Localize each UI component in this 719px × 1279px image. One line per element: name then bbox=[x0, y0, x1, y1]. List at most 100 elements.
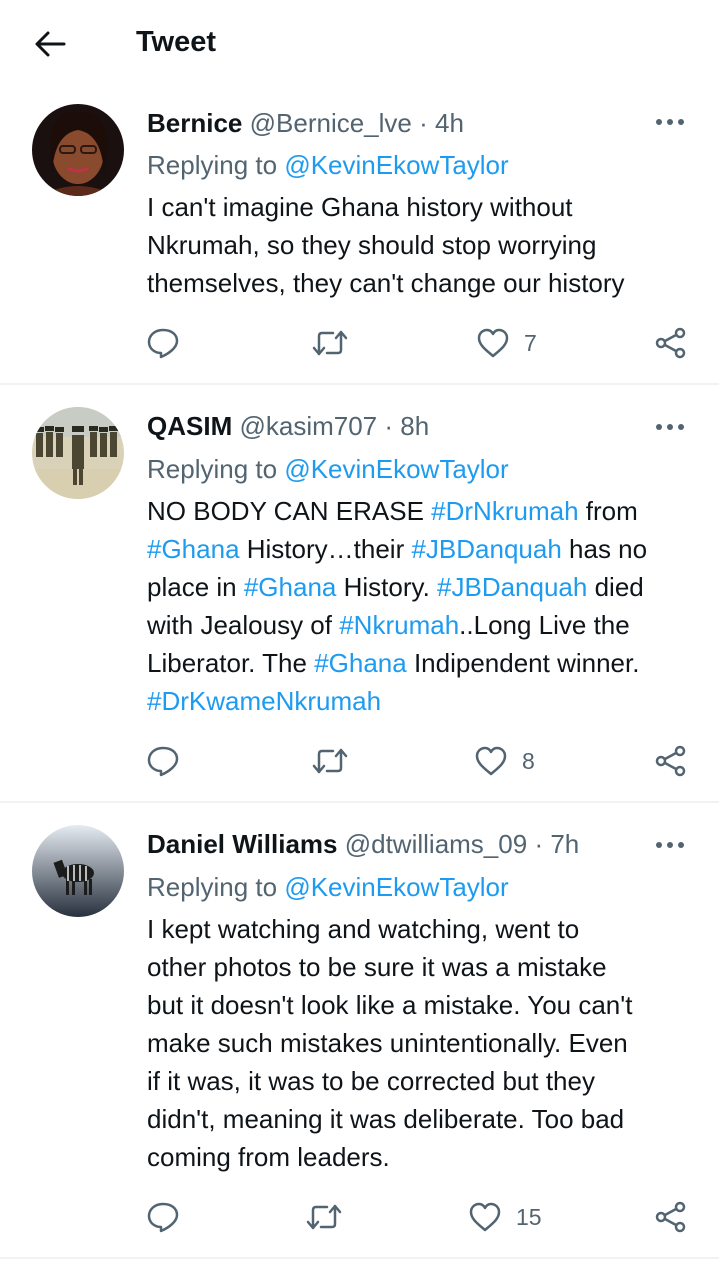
avatar[interactable] bbox=[32, 407, 124, 499]
hashtag-link[interactable]: #JBDanquah bbox=[437, 572, 587, 602]
body-text: NO BODY CAN ERASE bbox=[147, 496, 432, 526]
reply-button[interactable] bbox=[146, 1197, 180, 1237]
hashtag-link[interactable]: #DrNkrumah bbox=[431, 496, 578, 526]
retweet-button[interactable] bbox=[312, 741, 348, 781]
body-text: History. bbox=[336, 572, 438, 602]
replying-to: Replying to @KevinEkowTaylor bbox=[147, 872, 509, 903]
action-bar: 7 bbox=[0, 323, 719, 363]
body-text: but it doesn't look like a mistake. You … bbox=[147, 990, 633, 1020]
body-line: #DrKwameNkrumah bbox=[147, 682, 697, 720]
replying-prefix: Replying to bbox=[147, 150, 278, 180]
action-bar: 15 bbox=[0, 1197, 719, 1237]
replying-prefix: Replying to bbox=[147, 454, 278, 484]
body-line: place in #Ghana History. #JBDanquah died bbox=[147, 568, 697, 606]
author-handle[interactable]: @kasim707 bbox=[239, 411, 377, 441]
body-text: themselves, they can't change our histor… bbox=[147, 268, 625, 298]
like-count: 15 bbox=[516, 1203, 542, 1230]
author-handle[interactable]: @dtwilliams_09 bbox=[345, 829, 527, 859]
body-line: I can't imagine Ghana history without bbox=[147, 188, 697, 226]
tweet-body: I kept watching and watching, went to oth… bbox=[147, 910, 697, 1176]
body-line: #Ghana History…their #JBDanquah has no bbox=[147, 530, 697, 568]
action-bar: 8 bbox=[0, 741, 719, 781]
mention-link[interactable]: @KevinEkowTaylor bbox=[284, 872, 508, 902]
arrow-left-icon bbox=[35, 31, 66, 57]
body-text: with Jealousy of bbox=[147, 610, 340, 640]
retweet-button[interactable] bbox=[306, 1197, 342, 1237]
hashtag-link[interactable]: #Ghana bbox=[244, 572, 337, 602]
body-text: if it was, it was to be corrected but th… bbox=[147, 1066, 595, 1096]
like-button[interactable]: 8 bbox=[474, 741, 535, 781]
more-button[interactable] bbox=[652, 833, 688, 857]
more-button[interactable] bbox=[652, 415, 688, 439]
hashtag-link[interactable]: #Ghana bbox=[147, 534, 240, 564]
reply-tweet[interactable]: Daniel Williams @dtwilliams_09 · 7h Repl… bbox=[0, 803, 719, 1259]
author-name[interactable]: Daniel Williams bbox=[147, 829, 338, 859]
heart-icon bbox=[477, 328, 509, 358]
body-text: place in bbox=[147, 572, 244, 602]
body-line: I kept watching and watching, went to bbox=[147, 910, 697, 948]
share-icon bbox=[655, 327, 686, 359]
like-count: 7 bbox=[524, 329, 537, 356]
tweet-header: Daniel Williams @dtwilliams_09 · 7h bbox=[147, 829, 579, 861]
hashtag-link[interactable]: #JBDanquah bbox=[411, 534, 561, 564]
body-text: ..Long Live the bbox=[459, 610, 630, 640]
reply-tweet[interactable]: QASIM @kasim707 · 8h Replying to @KevinE… bbox=[0, 385, 719, 803]
body-line: NO BODY CAN ERASE #DrNkrumah from bbox=[147, 492, 697, 530]
like-count: 8 bbox=[522, 747, 535, 774]
body-line: themselves, they can't change our histor… bbox=[147, 264, 697, 302]
hashtag-link[interactable]: #Nkrumah bbox=[339, 610, 459, 640]
reply-tweet[interactable]: Bernice @Bernice_lve · 4h Replying to @K… bbox=[0, 88, 719, 385]
reply-bubble-icon bbox=[147, 746, 179, 777]
body-text: Liberator. The bbox=[147, 648, 315, 678]
body-line: with Jealousy of #Nkrumah..Long Live the bbox=[147, 606, 697, 644]
back-button[interactable] bbox=[28, 24, 72, 64]
hashtag-link[interactable]: #DrKwameNkrumah bbox=[147, 686, 381, 716]
reply-button[interactable] bbox=[146, 741, 180, 781]
body-line: coming from leaders. bbox=[147, 1138, 697, 1176]
tweet-body: I can't imagine Ghana history without Nkr… bbox=[147, 188, 697, 302]
author-name[interactable]: QASIM bbox=[147, 411, 232, 441]
more-dots-icon bbox=[656, 119, 684, 125]
like-button[interactable]: 15 bbox=[468, 1197, 542, 1237]
retweet-icon bbox=[312, 748, 348, 774]
more-button[interactable] bbox=[652, 110, 688, 134]
retweet-icon bbox=[306, 1204, 342, 1230]
avatar[interactable] bbox=[32, 825, 124, 917]
top-bar: Tweet bbox=[0, 0, 719, 88]
separator-dot: · bbox=[419, 108, 428, 138]
body-text: died bbox=[587, 572, 644, 602]
hashtag-link[interactable]: #Ghana bbox=[314, 648, 407, 678]
body-line: if it was, it was to be corrected but th… bbox=[147, 1062, 697, 1100]
separator-dot: · bbox=[534, 829, 544, 859]
reply-bubble-icon bbox=[147, 1202, 179, 1233]
mention-link[interactable]: @KevinEkowTaylor bbox=[284, 454, 508, 484]
heart-icon bbox=[475, 746, 507, 776]
replying-to: Replying to @KevinEkowTaylor bbox=[147, 150, 509, 181]
like-button[interactable]: 7 bbox=[476, 323, 537, 363]
retweet-button[interactable] bbox=[312, 323, 348, 363]
timestamp[interactable]: 4h bbox=[435, 108, 464, 138]
body-text: coming from leaders. bbox=[147, 1142, 390, 1172]
separator-dot: · bbox=[384, 411, 394, 441]
body-line: but it doesn't look like a mistake. You … bbox=[147, 986, 697, 1024]
reply-button[interactable] bbox=[146, 323, 180, 363]
tweet-header: Bernice @Bernice_lve · 4h bbox=[147, 108, 464, 140]
timestamp[interactable]: 7h bbox=[550, 829, 579, 859]
body-text: other photos to be sure it was a mistake bbox=[147, 952, 607, 982]
timestamp[interactable]: 8h bbox=[400, 411, 429, 441]
author-handle[interactable]: @Bernice_lve bbox=[250, 108, 412, 138]
share-button[interactable] bbox=[654, 741, 688, 781]
body-text: I kept watching and watching, went to bbox=[147, 914, 580, 944]
body-line: make such mistakes unintentionally. Even bbox=[147, 1024, 697, 1062]
body-line: other photos to be sure it was a mistake bbox=[147, 948, 697, 986]
body-text: I can't imagine Ghana history without bbox=[147, 192, 573, 222]
body-text: didn't, meaning it was deliberate. Too b… bbox=[147, 1104, 625, 1134]
body-text: Indipendent winner. bbox=[406, 648, 640, 678]
body-text: from bbox=[578, 496, 638, 526]
more-dots-icon bbox=[656, 424, 684, 430]
author-name[interactable]: Bernice bbox=[147, 108, 242, 138]
avatar[interactable] bbox=[32, 104, 124, 196]
mention-link[interactable]: @KevinEkowTaylor bbox=[284, 150, 508, 180]
share-button[interactable] bbox=[654, 1197, 688, 1237]
share-button[interactable] bbox=[654, 323, 688, 363]
